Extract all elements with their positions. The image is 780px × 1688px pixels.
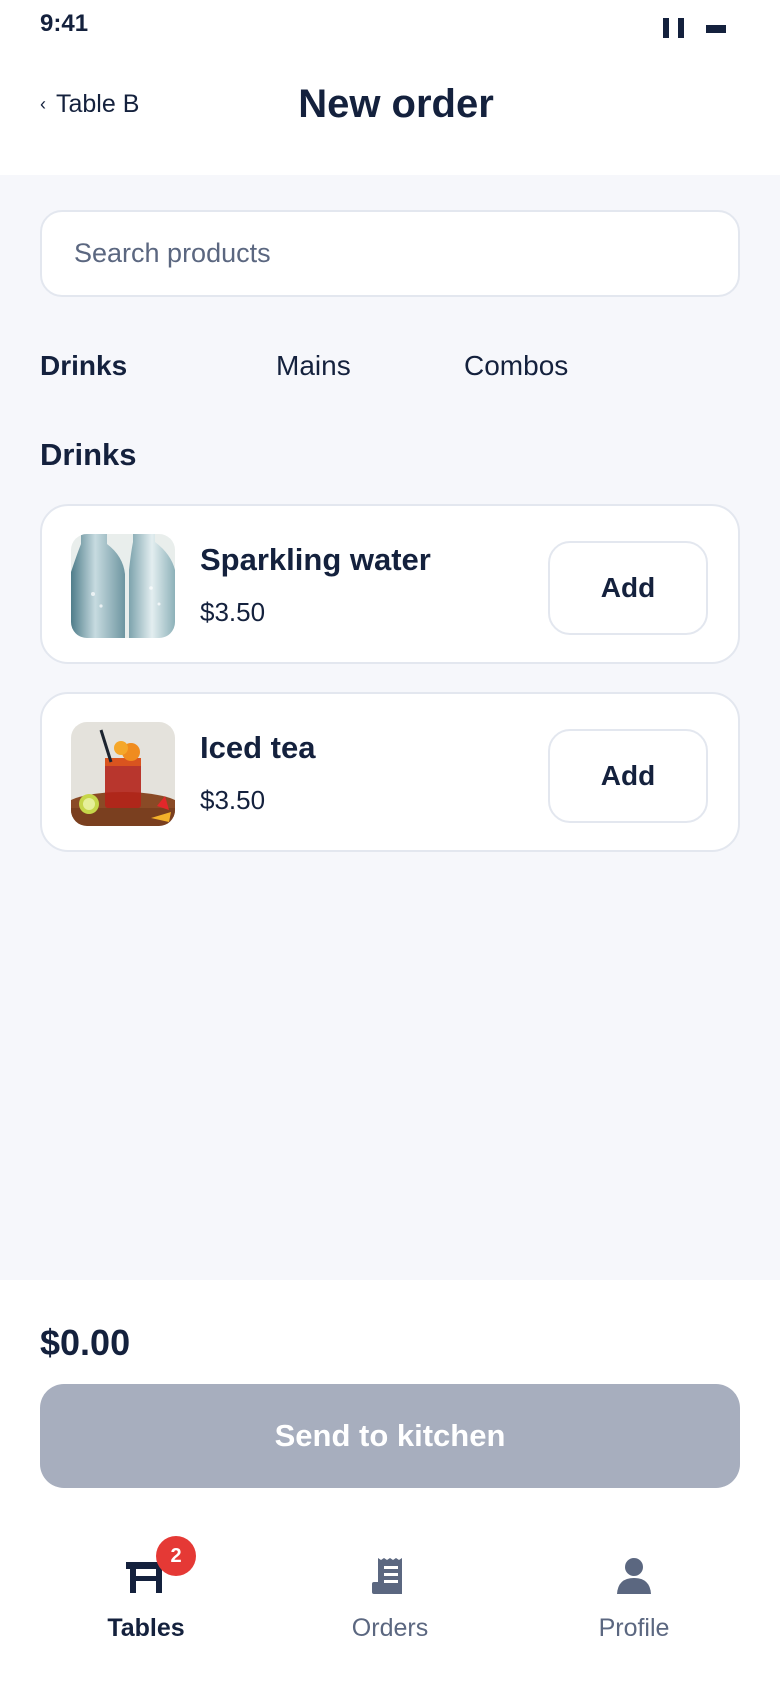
nav-label: Profile xyxy=(598,1614,670,1642)
sparkling-water-image xyxy=(71,534,175,638)
search-input[interactable] xyxy=(40,210,740,297)
send-to-kitchen-button[interactable]: Send to kitchen xyxy=(40,1384,740,1488)
receipt-icon xyxy=(366,1552,414,1600)
product-card: Sparkling water $3.50 Add xyxy=(40,504,740,664)
user-icon xyxy=(610,1552,658,1600)
status-time: 9:41 xyxy=(40,10,89,37)
iced-tea-image xyxy=(71,722,175,826)
order-total: $0.00 xyxy=(40,1322,131,1363)
tab-mains[interactable]: Mains xyxy=(276,350,351,382)
product-card: Iced tea $3.50 Add xyxy=(40,692,740,852)
notification-badge: 2 xyxy=(156,1536,196,1576)
nav-tables[interactable]: 2 Tables xyxy=(46,1536,246,1643)
product-price: $3.50 xyxy=(200,597,266,627)
section-title: Drinks xyxy=(40,437,137,472)
tab-drinks[interactable]: Drinks xyxy=(40,350,127,382)
nav-label: Orders xyxy=(351,1614,429,1642)
table-icon: 2 xyxy=(122,1536,196,1600)
add-iced-tea-button[interactable]: Add xyxy=(548,729,708,823)
top-bar: 9:41 ‹ Table B New order xyxy=(0,0,780,175)
product-name: Iced tea xyxy=(200,730,316,765)
page-title: New order xyxy=(298,82,494,126)
battery-icon xyxy=(706,25,726,33)
product-name: Sparkling water xyxy=(200,542,431,577)
nav-label: Tables xyxy=(107,1614,185,1642)
app-screen: 9:41 ‹ Table B New order Drinks Mains Co… xyxy=(0,0,780,1688)
nav-orders[interactable]: Orders xyxy=(290,1552,490,1643)
signal-icon xyxy=(663,18,684,38)
add-sparkling-water-button[interactable]: Add xyxy=(548,541,708,635)
nav-profile[interactable]: Profile xyxy=(534,1552,734,1643)
order-footer: $0.00 Send to kitchen 2 Tables Orders Pr… xyxy=(0,1280,780,1688)
status-icons xyxy=(663,18,726,38)
product-price: $3.50 xyxy=(200,785,266,815)
tab-combos[interactable]: Combos xyxy=(464,350,568,382)
